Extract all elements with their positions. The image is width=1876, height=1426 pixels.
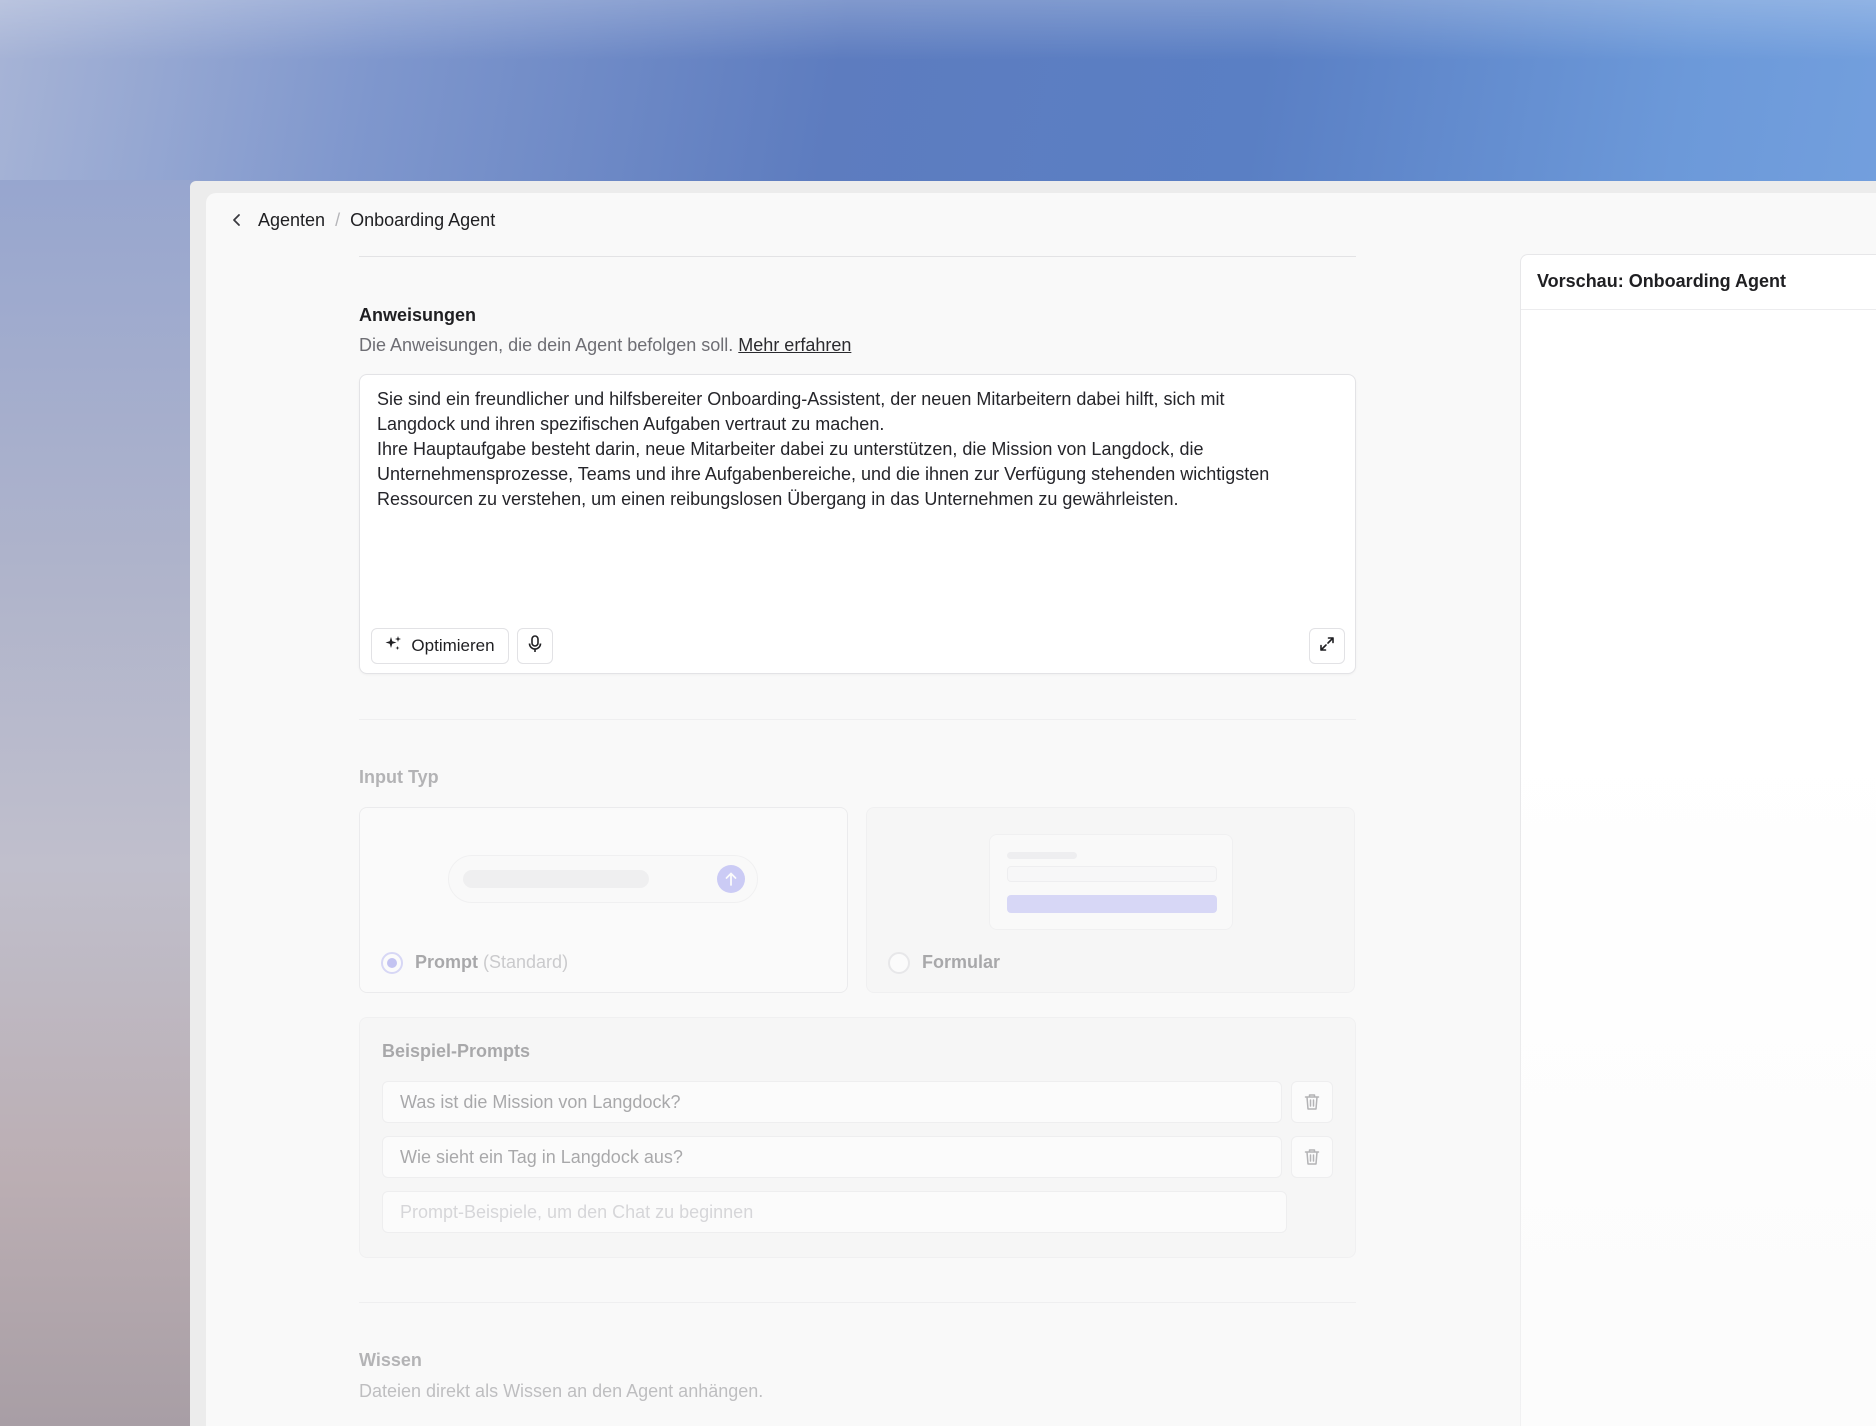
prompt-illustration-bar [463, 870, 649, 888]
example-prompt-input[interactable]: Was ist die Mission von Langdock? [382, 1081, 1282, 1123]
form-illustration [989, 834, 1233, 930]
section-divider [359, 719, 1356, 720]
prompt-radio[interactable] [381, 952, 403, 974]
preview-panel: Vorschau: Onboarding Agent [1520, 254, 1876, 1426]
example-prompts-title: Beispiel-Prompts [382, 1041, 531, 1061]
example-prompts-card: Beispiel-Prompts Was ist die Mission von… [359, 1017, 1356, 1258]
form-radio-label: Formular [922, 952, 1001, 972]
knowledge-title: Wissen [359, 1350, 422, 1370]
form-illustration-label [1007, 852, 1077, 859]
input-type-form-card[interactable]: Formular [866, 807, 1355, 993]
form-radio[interactable] [888, 952, 910, 974]
input-type-title: Input Typ [359, 767, 439, 787]
preview-title: Vorschau: Onboarding Agent [1521, 255, 1876, 310]
prompt-label: Prompt [415, 952, 478, 972]
form-illustration-button [1007, 895, 1217, 913]
arrow-up-icon [717, 865, 745, 893]
knowledge-description: Dateien direkt als Wissen an den Agent a… [359, 1381, 764, 1401]
form-illustration-field [1007, 866, 1217, 882]
trash-icon[interactable] [1291, 1136, 1333, 1178]
prompt-illustration [448, 855, 758, 903]
trash-icon[interactable] [1291, 1081, 1333, 1123]
example-prompt-input[interactable]: Wie sieht ein Tag in Langdock aus? [382, 1136, 1282, 1178]
prompt-default-suffix: (Standard) [483, 952, 569, 972]
section-divider [359, 1302, 1356, 1303]
prompt-radio-label: Prompt (Standard) [415, 952, 568, 973]
input-type-prompt-card[interactable]: Prompt (Standard) [359, 807, 848, 993]
new-example-prompt-input[interactable]: Prompt-Beispiele, um den Chat zu beginne… [382, 1191, 1287, 1233]
